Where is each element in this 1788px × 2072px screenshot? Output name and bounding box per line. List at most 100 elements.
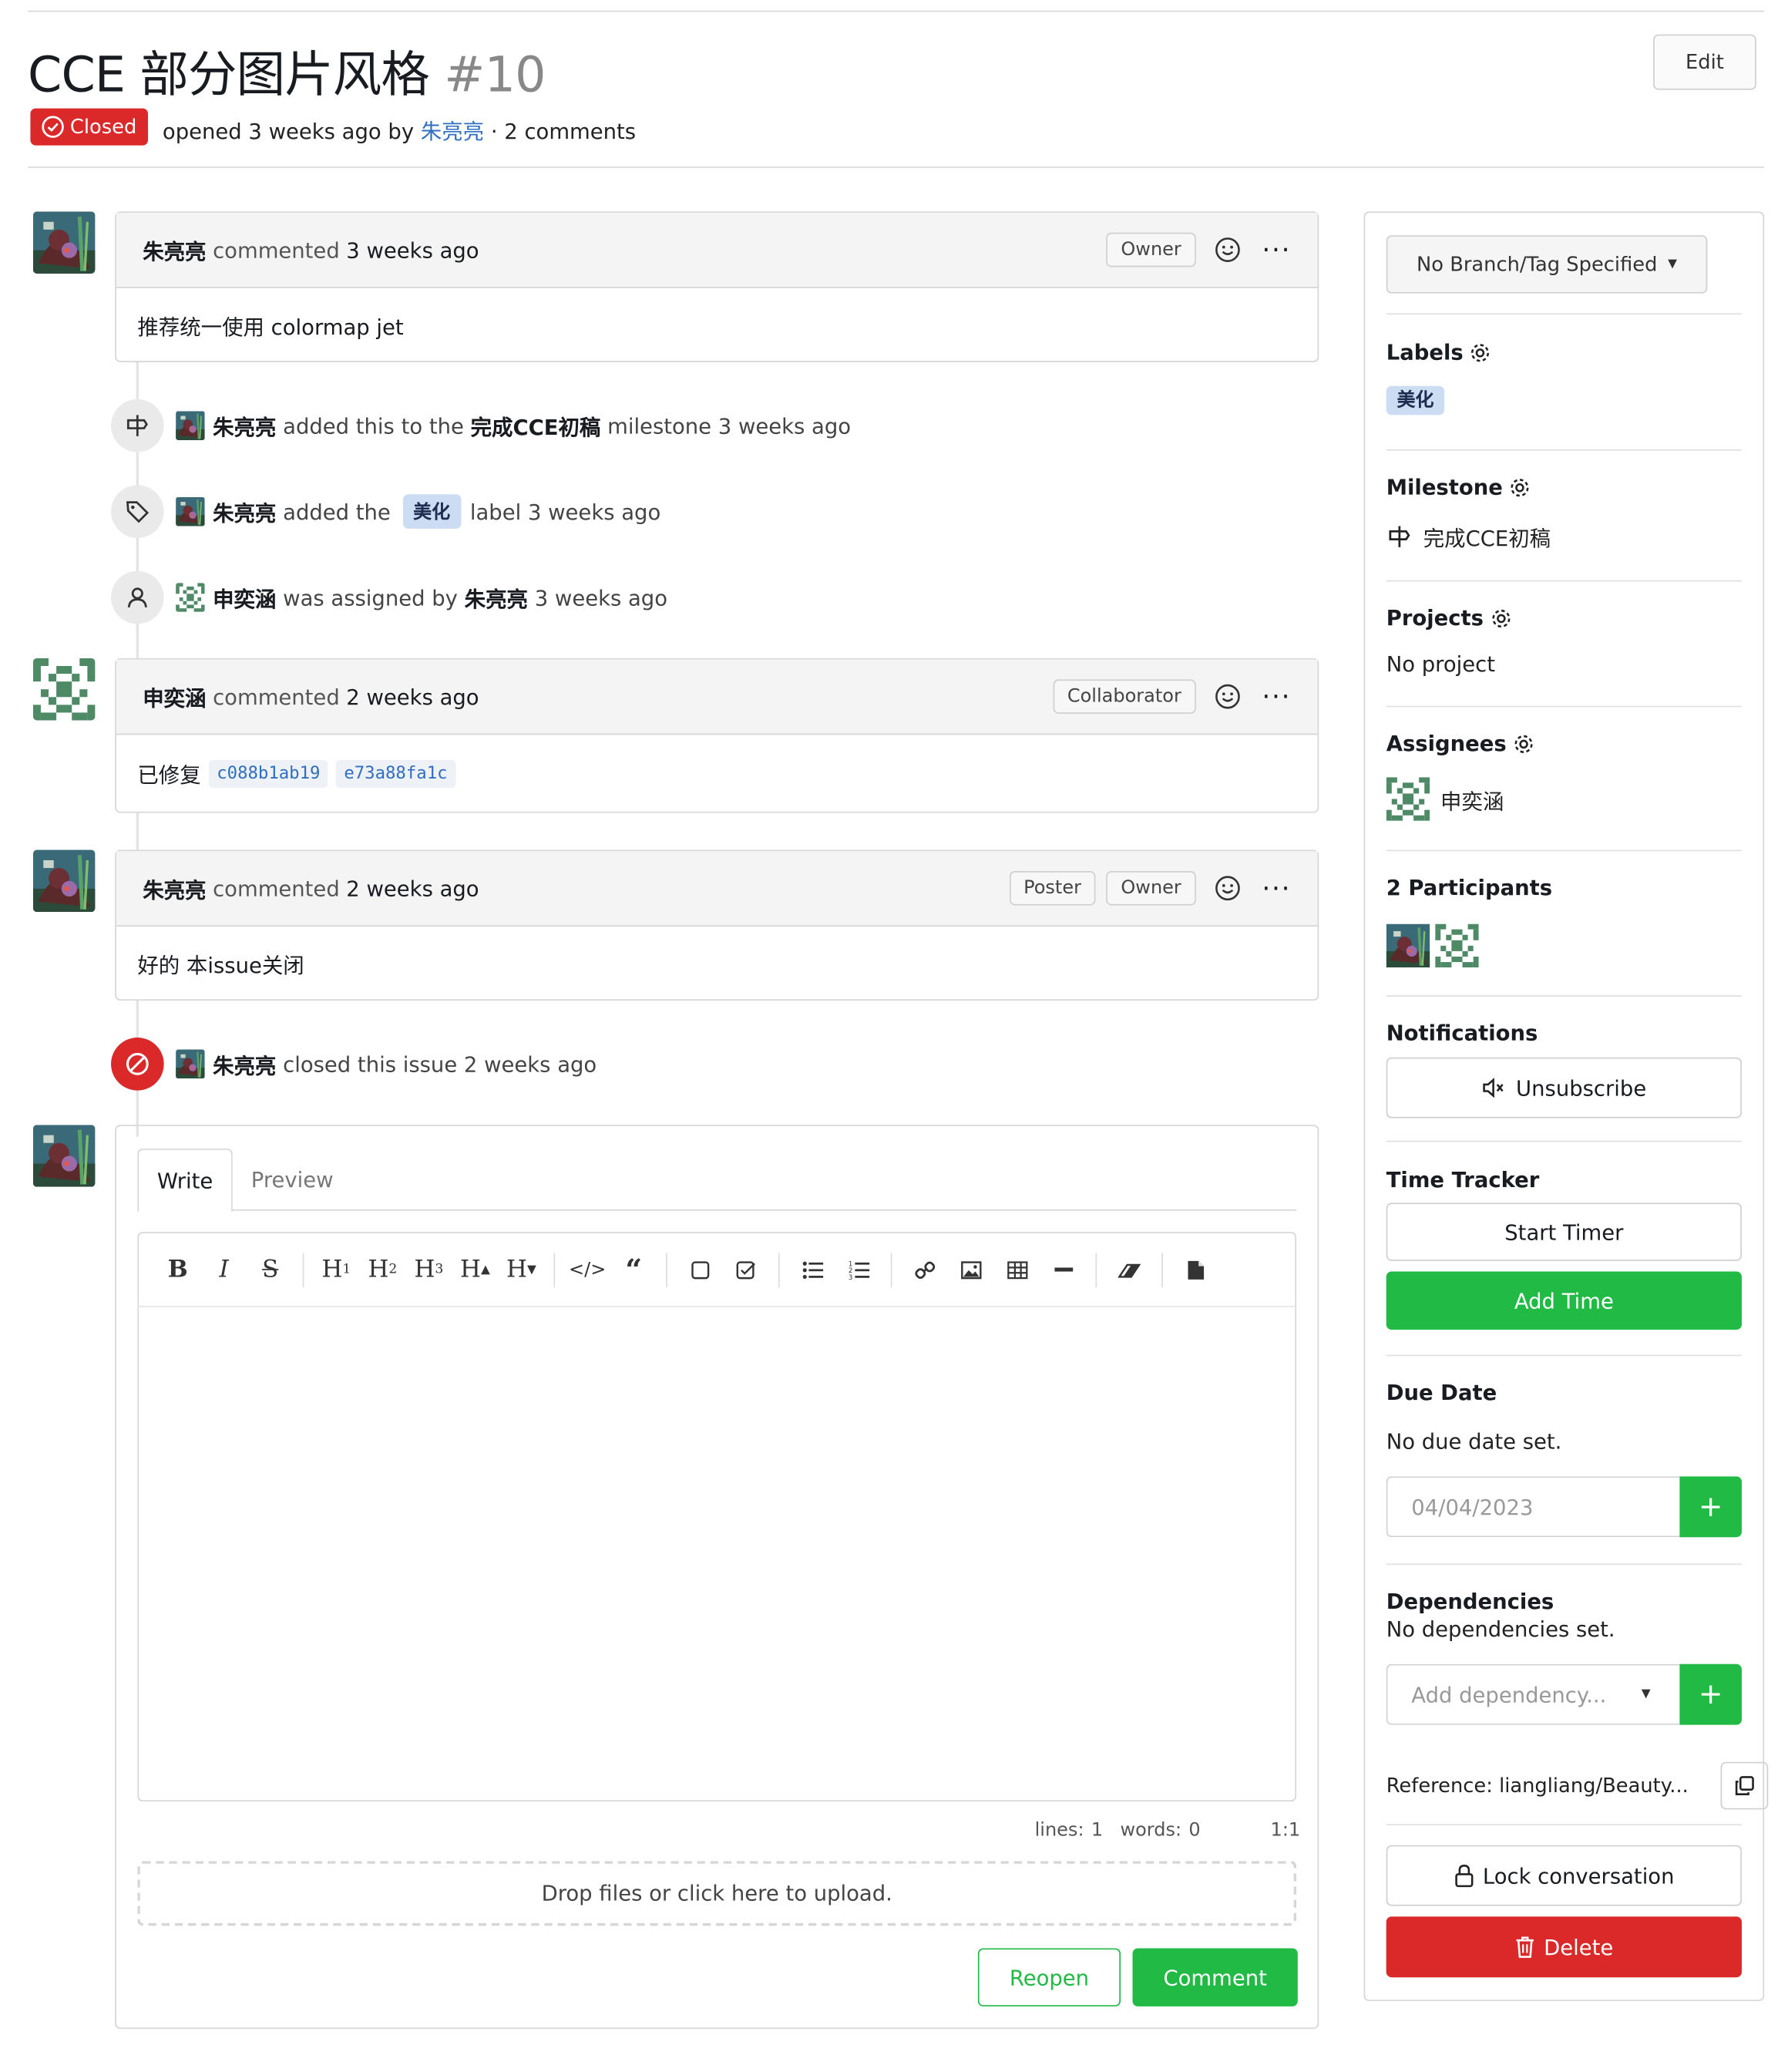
start-timer-button[interactable]: Start Timer [1386,1202,1742,1261]
gear-icon[interactable] [1489,606,1513,630]
horizontal-rule-icon[interactable] [1040,1250,1086,1289]
image-icon[interactable] [947,1250,993,1289]
comment-text: 已修复 [137,762,201,788]
role-badge-collaborator: Collaborator [1052,679,1196,714]
add-dependency-select[interactable]: Add dependency... ▼ [1386,1663,1680,1725]
avatar[interactable] [176,583,205,612]
unsubscribe-button[interactable]: Unsubscribe [1386,1057,1742,1118]
event-text: milestone 3 weeks ago [607,412,852,439]
event-user[interactable]: 申奕涵 [213,581,276,613]
lock-conversation-button[interactable]: Lock conversation [1386,1845,1742,1906]
event-text: closed this issue 2 weeks ago [283,1051,597,1077]
file-icon[interactable] [1172,1250,1218,1289]
author-link[interactable]: 朱亮亮 [421,119,484,144]
add-dependency-button[interactable]: + [1679,1663,1742,1725]
milestone-link[interactable]: 完成CCE初稿 [1423,521,1551,553]
meta-opened: opened 3 weeks ago by [162,119,415,144]
due-date-title: Due Date [1386,1380,1497,1405]
branch-select-label: No Branch/Tag Specified [1417,252,1658,277]
avatar[interactable] [33,850,96,913]
avatar[interactable] [1435,924,1479,968]
avatar[interactable] [33,211,96,274]
gear-icon[interactable] [1469,341,1493,365]
comment-author[interactable]: 朱亮亮 [143,234,206,266]
notifications-title: Notifications [1386,1020,1538,1046]
comment-button[interactable]: Comment [1132,1948,1298,2006]
add-due-date-button[interactable]: + [1679,1476,1742,1538]
edit-title-button[interactable]: Edit [1653,34,1756,90]
checkbox-empty-icon[interactable] [677,1250,723,1289]
more-options-icon[interactable]: ··· [1262,234,1291,266]
file-dropzone[interactable]: Drop files or click here to upload. [137,1861,1297,1926]
more-options-icon[interactable]: ··· [1262,873,1291,904]
editor-tabs: Write Preview [137,1149,1297,1213]
reaction-smiley-icon[interactable] [1215,875,1241,901]
tab-write[interactable]: Write [137,1149,233,1213]
commit-sha-link[interactable]: c088b1ab19 [208,759,328,788]
commit-sha-link[interactable]: e73a88fa1c [336,759,455,788]
event-by-user[interactable]: 朱亮亮 [465,581,528,613]
participants-title: 2 Participants [1386,875,1553,900]
projects-title[interactable]: Projects [1386,605,1742,631]
heading-3-icon[interactable]: H3 [405,1250,452,1289]
gear-icon[interactable] [1512,732,1536,755]
unordered-list-icon[interactable] [789,1250,835,1289]
ordered-list-icon[interactable]: 123 [835,1250,882,1289]
dependencies-title: Dependencies [1386,1589,1554,1614]
assignee-name[interactable]: 申奕涵 [1440,783,1504,815]
issue-state-badge: Closed [30,108,149,146]
reaction-smiley-icon[interactable] [1215,683,1241,709]
more-options-icon[interactable]: ··· [1262,681,1291,712]
labels-title[interactable]: Labels [1386,340,1742,365]
event-user[interactable]: 朱亮亮 [213,410,276,442]
milestone-title[interactable]: Milestone [1386,475,1742,500]
checkbox-checked-icon[interactable] [723,1250,769,1289]
caret-down-icon: ▼ [1668,257,1678,271]
tab-preview[interactable]: Preview [251,1149,334,1209]
due-date-input[interactable]: 04/04/2023 [1386,1476,1680,1538]
event-text: added this to the [283,412,464,439]
avatar[interactable] [1386,777,1430,821]
avatar[interactable] [1386,924,1430,968]
code-icon[interactable]: </> [564,1250,610,1289]
label-chip[interactable]: 美化 [402,494,461,529]
heading-smaller-icon[interactable]: H ▼ [498,1250,544,1289]
avatar[interactable] [33,658,96,721]
event-user[interactable]: 朱亮亮 [213,1048,276,1080]
copy-reference-button[interactable] [1720,1761,1769,1810]
avatar[interactable] [176,1049,205,1078]
branch-select[interactable]: No Branch/Tag Specified ▼ [1386,235,1708,294]
heading-1-icon[interactable]: H1 [313,1250,359,1289]
quote-icon[interactable]: “ [610,1250,657,1289]
gear-icon[interactable] [1508,475,1532,499]
eraser-icon[interactable] [1106,1250,1152,1289]
due-date-value: No due date set. [1386,1428,1562,1455]
comment-author[interactable]: 申奕涵 [143,681,206,712]
link-icon[interactable] [901,1250,947,1289]
assignees-title[interactable]: Assignees [1386,731,1742,756]
italic-icon[interactable]: I [201,1250,247,1289]
avatar[interactable] [33,1125,96,1187]
bold-icon[interactable]: B [155,1250,201,1289]
comment-body: 推荐统一使用 colormap jet [116,288,1318,362]
issue-meta: opened 3 weeks ago by 朱亮亮 · 2 comments [163,113,636,145]
delete-issue-button[interactable]: Delete [1386,1916,1742,1978]
table-icon[interactable] [993,1250,1040,1289]
sidebar-label-chip[interactable]: 美化 [1386,385,1445,415]
comment-action: commented [213,875,340,901]
strikethrough-icon[interactable]: S [247,1250,294,1289]
event-milestone-link[interactable]: 完成CCE初稿 [471,410,601,442]
comment-time: 3 weeks ago [346,237,479,263]
issue-number: #10 [444,46,546,103]
comment-textarea[interactable] [137,1307,1297,1802]
comment-action: commented [213,684,340,709]
avatar[interactable] [176,497,205,526]
event-user[interactable]: 朱亮亮 [213,496,276,527]
heading-bigger-icon[interactable]: H ▲ [452,1250,498,1289]
reaction-smiley-icon[interactable] [1215,237,1241,263]
heading-2-icon[interactable]: H2 [359,1250,405,1289]
avatar[interactable] [176,411,205,440]
reopen-button[interactable]: Reopen [977,1948,1121,2006]
comment-author[interactable]: 朱亮亮 [143,873,206,904]
add-time-button[interactable]: Add Time [1386,1271,1742,1330]
